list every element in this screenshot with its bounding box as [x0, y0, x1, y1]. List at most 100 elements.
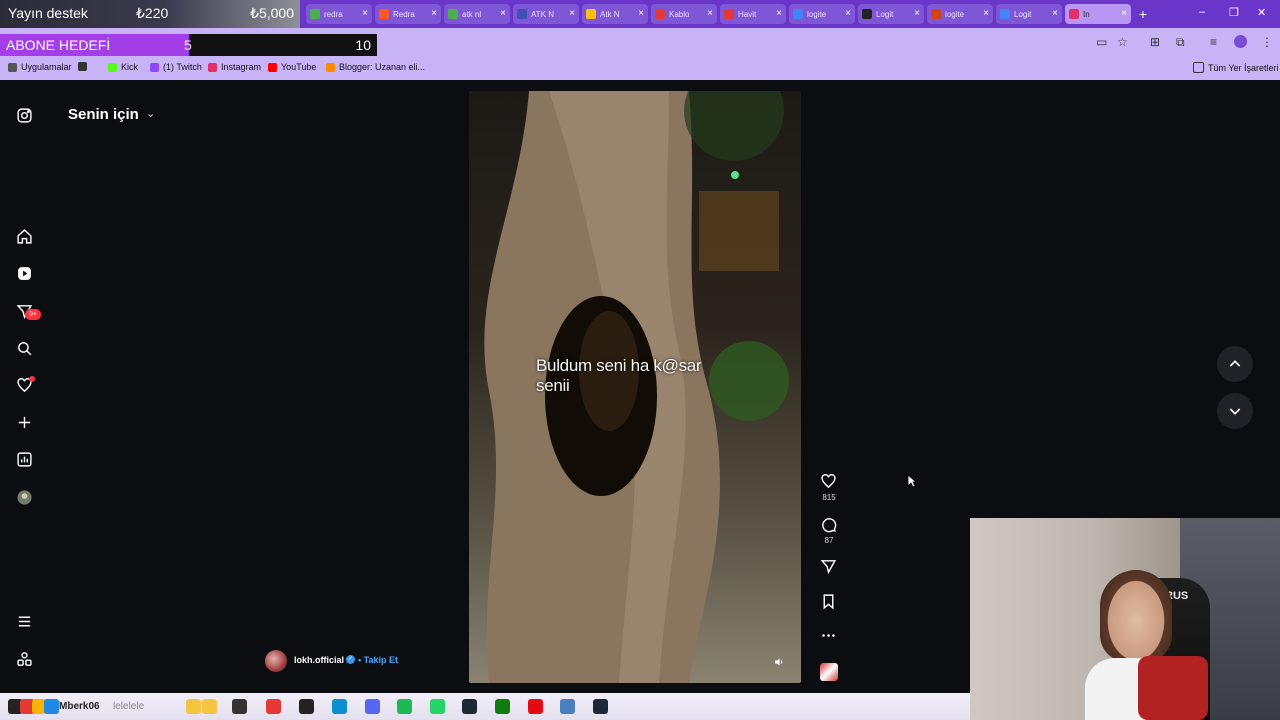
save-bookmark-icon[interactable] — [820, 593, 838, 611]
next-reel-button[interactable] — [1217, 393, 1253, 429]
bookmark-item[interactable]: Uygulamalar — [8, 62, 72, 72]
tab-label: Havit — [738, 9, 757, 19]
restore-icon[interactable]: ❐ — [1229, 6, 1239, 19]
donation-widget: Yayın destek ₺220 ₺5,000 — [0, 0, 300, 28]
app-icon[interactable] — [44, 699, 59, 714]
more-menu-icon[interactable] — [15, 612, 33, 630]
home-icon[interactable] — [15, 227, 33, 245]
browser-tab[interactable]: Logit × — [996, 4, 1062, 24]
tab-close-icon[interactable]: × — [845, 8, 851, 19]
create-plus-icon[interactable] — [15, 413, 33, 431]
search-icon[interactable] — [15, 339, 33, 357]
tab-close-icon[interactable]: × — [914, 8, 920, 19]
tab-label: Logit — [876, 9, 894, 19]
extensions-icon[interactable]: ⧉ — [1176, 35, 1185, 50]
netflix-icon[interactable] — [528, 699, 543, 714]
browser-tab[interactable]: Kablo × — [651, 4, 717, 24]
like-heart-icon[interactable] — [820, 473, 838, 491]
close-window-icon[interactable]: ✕ — [1257, 6, 1266, 19]
bookmark-item[interactable]: YouTube — [268, 62, 316, 72]
browser-tab[interactable]: atk nl × — [444, 4, 510, 24]
mute-speaker-icon[interactable] — [773, 655, 789, 671]
tab-favicon-icon — [586, 9, 596, 19]
reading-list-icon[interactable]: ≡ — [1210, 35, 1217, 49]
tab-label: atk nl — [462, 9, 482, 19]
bookmark-item[interactable]: Instagram — [208, 62, 261, 72]
bookmark-item[interactable]: Blogger: Uzanan eli... — [326, 62, 425, 72]
browser-tab[interactable]: ATK N × — [513, 4, 579, 24]
also-from-meta-icon[interactable] — [15, 650, 33, 668]
tab-close-icon[interactable]: × — [569, 8, 575, 19]
dashboard-icon[interactable] — [15, 450, 33, 468]
browser-tab[interactable]: logite × — [789, 4, 855, 24]
audio-track-thumbnail[interactable] — [820, 663, 838, 681]
browser-tab[interactable]: Redra × — [375, 4, 441, 24]
browser-tab[interactable]: In × — [1065, 4, 1131, 24]
discord-icon[interactable] — [365, 699, 380, 714]
browser-tab[interactable]: Atk N × — [582, 4, 648, 24]
folder-icon — [1193, 62, 1204, 73]
tab-close-icon[interactable]: × — [1121, 8, 1127, 19]
sparkle-icon[interactable] — [202, 699, 217, 714]
follow-button[interactable]: • Takip Et — [358, 655, 398, 665]
taskbar — [0, 693, 970, 720]
feed-title[interactable]: Senin için — [68, 106, 139, 123]
minimize-icon[interactable]: – — [1199, 6, 1205, 18]
browser-tab[interactable]: Havit × — [720, 4, 786, 24]
spotify-icon[interactable] — [397, 699, 412, 714]
settings-icon[interactable] — [560, 699, 575, 714]
taskbar-label-secondary: lelelele — [113, 701, 145, 712]
profile-avatar[interactable] — [1234, 35, 1247, 48]
share-send-icon[interactable] — [820, 558, 838, 576]
tab-close-icon[interactable]: × — [431, 8, 437, 19]
bookmark-item[interactable] — [78, 62, 91, 71]
tab-favicon-icon — [310, 9, 320, 19]
bookmark-item[interactable]: Kick — [108, 62, 138, 72]
whatsapp-icon[interactable] — [430, 699, 445, 714]
tab-close-icon[interactable]: × — [638, 8, 644, 19]
sparkle-icon[interactable] — [186, 699, 201, 714]
task-view-icon[interactable] — [232, 699, 247, 714]
tab-close-icon[interactable]: × — [707, 8, 713, 19]
subscriber-goal-target: 10 — [355, 37, 371, 53]
install-app-icon[interactable]: ▭ — [1096, 35, 1107, 49]
tab-close-icon[interactable]: × — [983, 8, 989, 19]
browser-tab[interactable]: Logit × — [858, 4, 924, 24]
tab-favicon-icon — [793, 9, 803, 19]
tab-close-icon[interactable]: × — [776, 8, 782, 19]
instagram-logo-icon[interactable] — [15, 106, 33, 124]
browser-tab[interactable]: redra × — [306, 4, 372, 24]
author-avatar[interactable] — [265, 650, 287, 672]
chevron-up-icon — [1229, 360, 1241, 367]
profile-avatar-icon[interactable] — [15, 488, 33, 506]
obs-icon[interactable] — [299, 699, 314, 714]
tab-close-icon[interactable]: × — [362, 8, 368, 19]
translate-icon[interactable]: ⊞ — [1150, 35, 1160, 49]
donation-goal: ₺5,000 — [250, 5, 294, 21]
donation-label: Yayın destek — [8, 5, 88, 21]
tab-close-icon[interactable]: × — [500, 8, 506, 19]
new-tab-button[interactable]: + — [1134, 5, 1152, 23]
browser-tab[interactable]: logite × — [927, 4, 993, 24]
chevron-down-icon[interactable]: ⌄ — [146, 107, 155, 120]
tab-close-icon[interactable]: × — [1052, 8, 1058, 19]
edge-icon[interactable] — [332, 699, 347, 714]
all-bookmarks-folder[interactable]: Tüm Yer İşaretleri — [1193, 62, 1279, 73]
steam-icon[interactable] — [593, 699, 608, 714]
bookmarks-bar: Uygulamalar Kick (1) Twitch Instagram YouTub… — [0, 58, 1280, 80]
twitch-icon — [150, 62, 159, 72]
comment-icon[interactable] — [820, 516, 838, 534]
menu-kebab-icon[interactable]: ⋮ — [1261, 35, 1273, 49]
xbox-icon[interactable] — [495, 699, 510, 714]
bookmark-item[interactable]: (1) Twitch — [150, 62, 202, 72]
bookmark-star-icon[interactable]: ☆ — [1117, 35, 1128, 49]
steam-icon[interactable] — [462, 699, 477, 714]
more-options-icon[interactable] — [820, 627, 838, 645]
chrome-icon[interactable] — [266, 699, 281, 714]
reels-icon[interactable] — [15, 264, 33, 282]
bookmark-label: YouTube — [281, 62, 317, 72]
author-username[interactable]: lokh.official — [294, 655, 344, 665]
subscriber-goal-label: ABONE HEDEFİ — [6, 37, 111, 53]
tab-favicon-icon — [448, 9, 458, 19]
previous-reel-button[interactable] — [1217, 346, 1253, 382]
